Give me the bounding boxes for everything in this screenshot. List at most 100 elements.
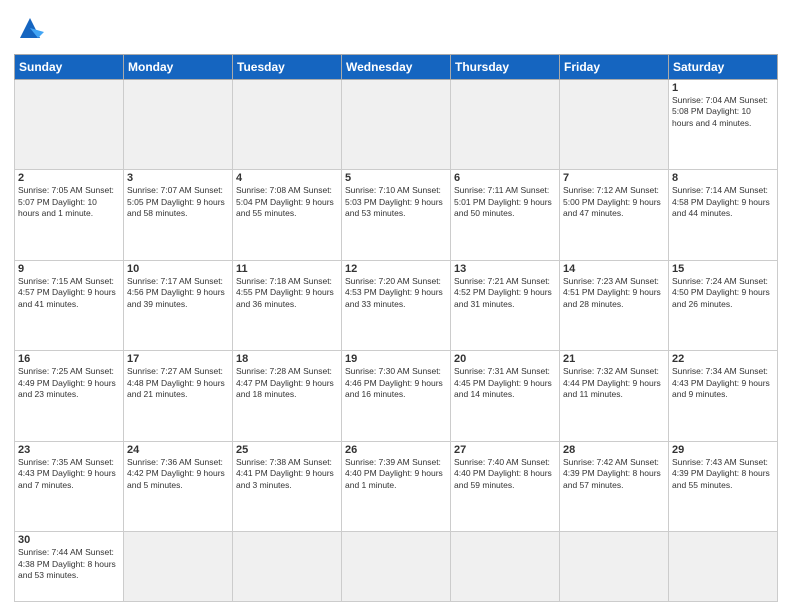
calendar-cell: 29Sunrise: 7:43 AM Sunset: 4:39 PM Dayli… xyxy=(669,441,778,531)
day-number: 18 xyxy=(236,353,338,365)
page: SundayMondayTuesdayWednesdayThursdayFrid… xyxy=(0,0,792,612)
calendar-cell xyxy=(342,532,451,602)
calendar-cell: 28Sunrise: 7:42 AM Sunset: 4:39 PM Dayli… xyxy=(560,441,669,531)
calendar-cell xyxy=(560,80,669,170)
day-info: Sunrise: 7:44 AM Sunset: 4:38 PM Dayligh… xyxy=(18,547,120,581)
calendar-cell: 16Sunrise: 7:25 AM Sunset: 4:49 PM Dayli… xyxy=(15,351,124,441)
calendar-week-4: 16Sunrise: 7:25 AM Sunset: 4:49 PM Dayli… xyxy=(15,351,778,441)
day-info: Sunrise: 7:04 AM Sunset: 5:08 PM Dayligh… xyxy=(672,95,774,129)
day-info: Sunrise: 7:42 AM Sunset: 4:39 PM Dayligh… xyxy=(563,457,665,491)
calendar-cell: 11Sunrise: 7:18 AM Sunset: 4:55 PM Dayli… xyxy=(233,260,342,350)
weekday-header-saturday: Saturday xyxy=(669,55,778,80)
day-number: 2 xyxy=(18,172,120,184)
day-info: Sunrise: 7:27 AM Sunset: 4:48 PM Dayligh… xyxy=(127,366,229,400)
day-info: Sunrise: 7:25 AM Sunset: 4:49 PM Dayligh… xyxy=(18,366,120,400)
day-number: 22 xyxy=(672,353,774,365)
day-number: 23 xyxy=(18,444,120,456)
header xyxy=(14,10,778,48)
day-number: 12 xyxy=(345,263,447,275)
day-number: 16 xyxy=(18,353,120,365)
logo-wordmark xyxy=(14,14,44,48)
day-number: 19 xyxy=(345,353,447,365)
calendar-cell: 13Sunrise: 7:21 AM Sunset: 4:52 PM Dayli… xyxy=(451,260,560,350)
day-number: 26 xyxy=(345,444,447,456)
calendar-cell: 1Sunrise: 7:04 AM Sunset: 5:08 PM Daylig… xyxy=(669,80,778,170)
day-number: 21 xyxy=(563,353,665,365)
calendar-cell xyxy=(669,532,778,602)
day-number: 5 xyxy=(345,172,447,184)
calendar-cell xyxy=(15,80,124,170)
day-number: 8 xyxy=(672,172,774,184)
day-number: 29 xyxy=(672,444,774,456)
calendar-cell: 10Sunrise: 7:17 AM Sunset: 4:56 PM Dayli… xyxy=(124,260,233,350)
calendar-cell xyxy=(560,532,669,602)
day-number: 10 xyxy=(127,263,229,275)
day-info: Sunrise: 7:08 AM Sunset: 5:04 PM Dayligh… xyxy=(236,185,338,219)
calendar-week-2: 2Sunrise: 7:05 AM Sunset: 5:07 PM Daylig… xyxy=(15,170,778,260)
day-info: Sunrise: 7:15 AM Sunset: 4:57 PM Dayligh… xyxy=(18,276,120,310)
calendar-cell: 20Sunrise: 7:31 AM Sunset: 4:45 PM Dayli… xyxy=(451,351,560,441)
calendar-table: SundayMondayTuesdayWednesdayThursdayFrid… xyxy=(14,54,778,602)
weekday-header-monday: Monday xyxy=(124,55,233,80)
day-number: 28 xyxy=(563,444,665,456)
calendar-cell: 7Sunrise: 7:12 AM Sunset: 5:00 PM Daylig… xyxy=(560,170,669,260)
day-number: 11 xyxy=(236,263,338,275)
day-info: Sunrise: 7:43 AM Sunset: 4:39 PM Dayligh… xyxy=(672,457,774,491)
weekday-header-wednesday: Wednesday xyxy=(342,55,451,80)
calendar-cell: 26Sunrise: 7:39 AM Sunset: 4:40 PM Dayli… xyxy=(342,441,451,531)
calendar-cell: 8Sunrise: 7:14 AM Sunset: 4:58 PM Daylig… xyxy=(669,170,778,260)
day-number: 6 xyxy=(454,172,556,184)
day-info: Sunrise: 7:17 AM Sunset: 4:56 PM Dayligh… xyxy=(127,276,229,310)
day-number: 20 xyxy=(454,353,556,365)
day-info: Sunrise: 7:34 AM Sunset: 4:43 PM Dayligh… xyxy=(672,366,774,400)
calendar-cell xyxy=(342,80,451,170)
day-info: Sunrise: 7:05 AM Sunset: 5:07 PM Dayligh… xyxy=(18,185,120,219)
day-number: 15 xyxy=(672,263,774,275)
weekday-header-sunday: Sunday xyxy=(15,55,124,80)
calendar-cell: 25Sunrise: 7:38 AM Sunset: 4:41 PM Dayli… xyxy=(233,441,342,531)
day-info: Sunrise: 7:12 AM Sunset: 5:00 PM Dayligh… xyxy=(563,185,665,219)
calendar-cell: 4Sunrise: 7:08 AM Sunset: 5:04 PM Daylig… xyxy=(233,170,342,260)
day-number: 27 xyxy=(454,444,556,456)
day-info: Sunrise: 7:10 AM Sunset: 5:03 PM Dayligh… xyxy=(345,185,447,219)
day-info: Sunrise: 7:35 AM Sunset: 4:43 PM Dayligh… xyxy=(18,457,120,491)
calendar-cell xyxy=(124,532,233,602)
day-info: Sunrise: 7:28 AM Sunset: 4:47 PM Dayligh… xyxy=(236,366,338,400)
calendar-cell: 22Sunrise: 7:34 AM Sunset: 4:43 PM Dayli… xyxy=(669,351,778,441)
calendar-cell: 23Sunrise: 7:35 AM Sunset: 4:43 PM Dayli… xyxy=(15,441,124,531)
calendar-cell xyxy=(124,80,233,170)
calendar-cell: 30Sunrise: 7:44 AM Sunset: 4:38 PM Dayli… xyxy=(15,532,124,602)
day-info: Sunrise: 7:40 AM Sunset: 4:40 PM Dayligh… xyxy=(454,457,556,491)
day-info: Sunrise: 7:39 AM Sunset: 4:40 PM Dayligh… xyxy=(345,457,447,491)
calendar-cell xyxy=(233,80,342,170)
calendar-cell: 15Sunrise: 7:24 AM Sunset: 4:50 PM Dayli… xyxy=(669,260,778,350)
calendar-week-3: 9Sunrise: 7:15 AM Sunset: 4:57 PM Daylig… xyxy=(15,260,778,350)
calendar-cell: 17Sunrise: 7:27 AM Sunset: 4:48 PM Dayli… xyxy=(124,351,233,441)
day-info: Sunrise: 7:11 AM Sunset: 5:01 PM Dayligh… xyxy=(454,185,556,219)
calendar-cell xyxy=(451,532,560,602)
calendar-cell: 5Sunrise: 7:10 AM Sunset: 5:03 PM Daylig… xyxy=(342,170,451,260)
calendar-cell: 9Sunrise: 7:15 AM Sunset: 4:57 PM Daylig… xyxy=(15,260,124,350)
day-number: 7 xyxy=(563,172,665,184)
calendar-cell: 27Sunrise: 7:40 AM Sunset: 4:40 PM Dayli… xyxy=(451,441,560,531)
calendar-cell: 19Sunrise: 7:30 AM Sunset: 4:46 PM Dayli… xyxy=(342,351,451,441)
calendar-cell: 14Sunrise: 7:23 AM Sunset: 4:51 PM Dayli… xyxy=(560,260,669,350)
day-number: 13 xyxy=(454,263,556,275)
day-number: 17 xyxy=(127,353,229,365)
logo-icon xyxy=(16,14,44,42)
day-info: Sunrise: 7:20 AM Sunset: 4:53 PM Dayligh… xyxy=(345,276,447,310)
day-info: Sunrise: 7:30 AM Sunset: 4:46 PM Dayligh… xyxy=(345,366,447,400)
day-info: Sunrise: 7:32 AM Sunset: 4:44 PM Dayligh… xyxy=(563,366,665,400)
calendar-cell: 3Sunrise: 7:07 AM Sunset: 5:05 PM Daylig… xyxy=(124,170,233,260)
weekday-header-tuesday: Tuesday xyxy=(233,55,342,80)
day-number: 3 xyxy=(127,172,229,184)
calendar-cell: 18Sunrise: 7:28 AM Sunset: 4:47 PM Dayli… xyxy=(233,351,342,441)
weekday-header-friday: Friday xyxy=(560,55,669,80)
calendar-week-5: 23Sunrise: 7:35 AM Sunset: 4:43 PM Dayli… xyxy=(15,441,778,531)
day-number: 4 xyxy=(236,172,338,184)
calendar-cell: 6Sunrise: 7:11 AM Sunset: 5:01 PM Daylig… xyxy=(451,170,560,260)
calendar-week-6: 30Sunrise: 7:44 AM Sunset: 4:38 PM Dayli… xyxy=(15,532,778,602)
day-number: 25 xyxy=(236,444,338,456)
day-number: 14 xyxy=(563,263,665,275)
calendar-cell: 24Sunrise: 7:36 AM Sunset: 4:42 PM Dayli… xyxy=(124,441,233,531)
